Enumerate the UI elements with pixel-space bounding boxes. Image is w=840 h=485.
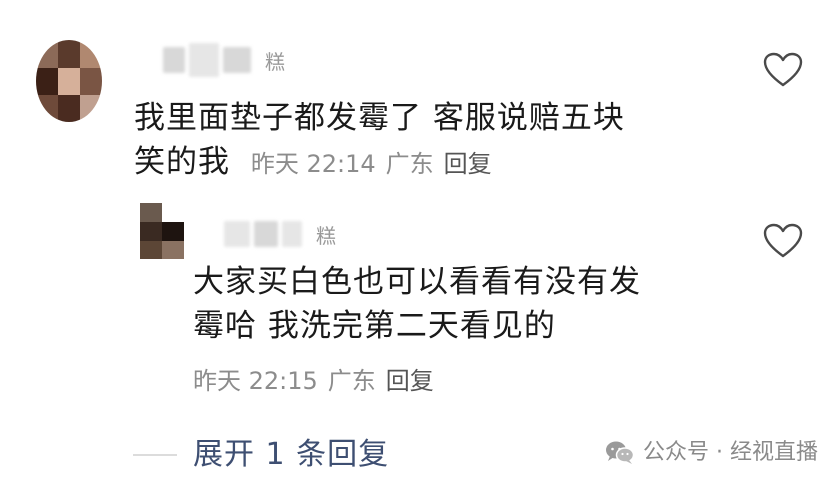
comment-location: 广东 (327, 367, 376, 395)
comment-line: 我里面垫子都发霉了 客服说赔五块 (134, 100, 625, 136)
comment-text: 大家买白色也可以看看有没有发 霉哈 我洗完第二天看见的 (193, 260, 753, 348)
watermark-text: 公众号 · 经视直播 (643, 440, 818, 465)
expand-replies-button[interactable]: 展开 1 条回复 (193, 436, 389, 474)
username-suffix: 糕 (316, 223, 336, 248)
comment-meta: 昨天 22:14 广东 回复 (241, 150, 492, 178)
comment-line: 霉哈 我洗完第二天看见的 (193, 308, 556, 344)
comment-text: 我里面垫子都发霉了 客服说赔五块 笑的我 昨天 22:14 广东 回复 (134, 96, 754, 186)
username[interactable]: 糕 (163, 40, 285, 80)
username[interactable]: 糕 (224, 214, 336, 254)
avatar[interactable] (140, 203, 184, 259)
heart-outline-icon[interactable] (763, 52, 803, 88)
watermark: 公众号 · 经视直播 (605, 438, 818, 468)
username-suffix: 糕 (265, 49, 285, 74)
reply-button[interactable]: 回复 (444, 150, 492, 178)
avatar[interactable] (36, 40, 102, 122)
reply-button[interactable]: 回复 (386, 367, 434, 395)
comment-line: 大家买白色也可以看看有没有发 (193, 264, 641, 300)
divider (133, 454, 177, 456)
wechat-icon (606, 441, 635, 464)
comment-time: 昨天 22:15 (193, 367, 318, 395)
comment-meta: 昨天 22:15 广东 回复 (193, 364, 434, 398)
heart-outline-icon[interactable] (763, 223, 803, 259)
comment-location: 广东 (385, 150, 434, 178)
comment-line: 笑的我 (134, 144, 230, 180)
comment-time: 昨天 22:14 (250, 150, 376, 178)
